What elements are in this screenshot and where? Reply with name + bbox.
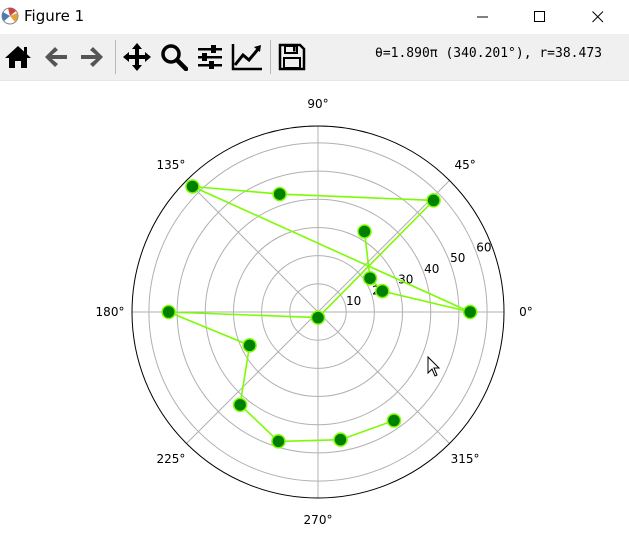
minimize-button[interactable] (460, 0, 506, 34)
data-point-marker (333, 432, 348, 447)
toolbar-separator (115, 40, 116, 74)
cursor-coordinates: θ=1.890π (340.201°), r=38.473 (375, 46, 602, 61)
zoom-button[interactable] (157, 41, 191, 73)
theta-tick-label: 135° (156, 158, 185, 172)
theta-grid-line (186, 311, 319, 444)
r-tick-label: 10 (346, 294, 361, 308)
mouse-cursor-icon (427, 355, 441, 377)
forward-button[interactable] (75, 41, 109, 73)
data-point-marker (271, 434, 286, 449)
save-button[interactable] (275, 41, 309, 73)
close-button[interactable] (575, 0, 621, 34)
theta-tick-label: 45° (454, 158, 475, 172)
theta-grid-line (186, 180, 319, 313)
minimize-icon (477, 16, 488, 18)
r-tick-label: 50 (450, 251, 465, 265)
data-point-marker (161, 304, 176, 320)
pan-button[interactable] (120, 41, 154, 73)
title-bar: Figure 1 (0, 0, 629, 34)
r-tick-label: 60 (476, 240, 491, 254)
data-point-marker (242, 338, 257, 353)
theta-tick-label: 225° (156, 452, 185, 466)
pan-icon (123, 43, 151, 71)
maximize-button[interactable] (517, 0, 563, 34)
theta-tick-label: 0° (519, 305, 533, 319)
edit-axis-icon (231, 44, 262, 71)
home-button[interactable] (1, 41, 35, 73)
back-button[interactable] (39, 41, 73, 73)
configure-subplots-button[interactable] (193, 41, 227, 73)
back-icon (45, 47, 67, 67)
maximize-icon (534, 11, 545, 22)
zoom-icon (161, 44, 188, 71)
theta-tick-label: 180° (96, 305, 125, 319)
data-point-marker (272, 186, 287, 202)
edit-axis-button[interactable] (230, 41, 264, 73)
home-icon (5, 46, 31, 68)
theta-tick-label: 90° (307, 97, 328, 111)
data-point-marker (362, 270, 378, 286)
theta-tick-label: 270° (304, 513, 333, 527)
r-tick-label: 40 (424, 262, 439, 276)
toolbar-separator (270, 40, 271, 74)
matplotlib-logo-icon (1, 7, 19, 25)
data-point-marker (386, 413, 402, 428)
theta-tick-label: 315° (451, 452, 480, 466)
data-point-marker (232, 397, 248, 413)
data-point-marker (462, 304, 478, 320)
forward-icon (81, 47, 103, 67)
window-title: Figure 1 (24, 7, 85, 25)
data-point-marker (310, 310, 326, 325)
data-point-marker (357, 224, 372, 239)
close-icon (592, 11, 604, 23)
data-point-marker (185, 179, 200, 194)
polar-plot[interactable]: 0°45°90°135°180°225°270°315° 10203040506… (0, 80, 629, 551)
navigation-toolbar: θ=1.890π (340.201°), r=38.473 (0, 34, 629, 81)
data-point-marker (426, 193, 441, 208)
data-point-marker (375, 283, 390, 299)
configure-subplots-icon (198, 45, 222, 69)
save-icon (278, 43, 306, 71)
